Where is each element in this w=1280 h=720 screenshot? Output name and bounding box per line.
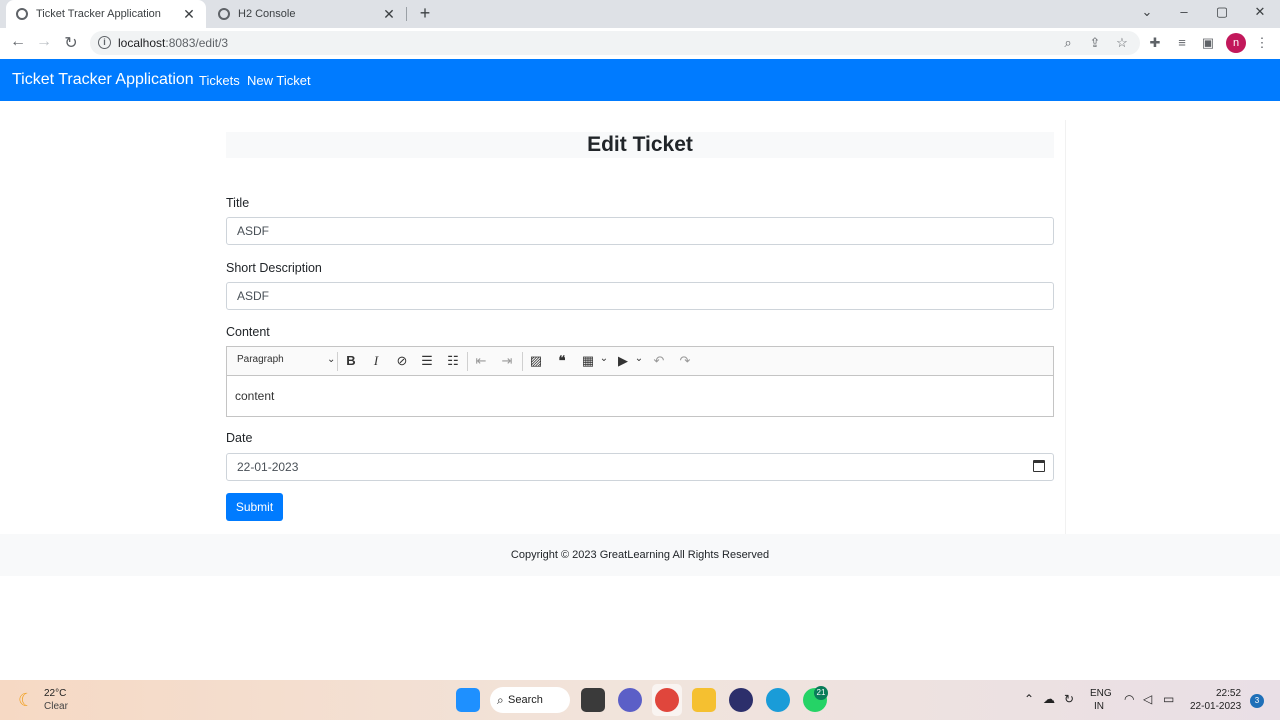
eclipse-icon[interactable] xyxy=(729,688,753,712)
file-explorer-icon[interactable] xyxy=(692,688,716,712)
page-title: Edit Ticket xyxy=(226,132,1054,158)
battery-icon[interactable]: ▭ xyxy=(1163,692,1174,706)
container-border xyxy=(1065,120,1066,534)
maximize-icon[interactable]: ▢ xyxy=(1212,4,1232,20)
media-queue-icon[interactable]: ≡ xyxy=(1173,35,1191,50)
calendar-icon[interactable] xyxy=(1033,460,1045,472)
clock-date[interactable]: 22-01-2023 xyxy=(1190,701,1241,712)
redo-icon[interactable]: ↷ xyxy=(676,353,694,369)
paragraph-select-label: Paragraph xyxy=(237,354,284,365)
submit-button[interactable]: Submit xyxy=(226,493,283,521)
globe-icon xyxy=(16,8,28,20)
side-panel-icon[interactable]: ▣ xyxy=(1199,35,1217,51)
italic-icon[interactable]: I xyxy=(367,353,385,369)
address-bar[interactable]: i localhost:8083/edit/3 xyxy=(90,31,1140,55)
toolbar-divider xyxy=(337,352,338,371)
tab-ticket-tracker[interactable]: Ticket Tracker Application ✕ xyxy=(6,0,206,28)
toolbar-divider xyxy=(467,352,468,371)
moon-weather-icon[interactable]: ☾ xyxy=(18,690,34,711)
show-hidden-icons-chevron-icon[interactable]: ⌃ xyxy=(1024,692,1034,706)
taskbar-search-label: Search xyxy=(508,694,543,706)
close-icon[interactable]: ✕ xyxy=(182,6,196,23)
link-icon[interactable]: ⊘ xyxy=(393,353,411,369)
language-region[interactable]: IN xyxy=(1094,701,1104,712)
chevron-down-icon[interactable]: ⌄ xyxy=(595,353,613,364)
menu-kebab-icon[interactable]: ⋮ xyxy=(1253,35,1271,51)
paragraph-select[interactable]: Paragraph ⌄ xyxy=(237,354,336,365)
whatsapp-unread-badge: 21 xyxy=(814,686,828,700)
date-value: 22-01-2023 xyxy=(237,460,299,474)
windows-taskbar: ☾ 22°C Clear ⌕ Search ⌃ ☁ ↻ ENG IN ◠ ◁ ▭… xyxy=(0,680,1280,720)
editor-toolbar: Paragraph ⌄ B I ⊘ ☰ ☷ ⇤ ⇥ ▨ ❝ ▦ ⌄ ▶ ⌄ ↶ … xyxy=(227,347,1053,376)
edge-icon[interactable] xyxy=(766,688,790,712)
sync-icon[interactable]: ↻ xyxy=(1064,692,1074,706)
title-input[interactable] xyxy=(226,217,1054,245)
reload-icon[interactable]: ↻ xyxy=(61,33,81,53)
forward-icon[interactable]: → xyxy=(34,33,54,51)
language-indicator[interactable]: ENG xyxy=(1090,688,1112,699)
globe-icon xyxy=(218,8,230,20)
tab-search-chevron-icon[interactable]: ⌄ xyxy=(1137,4,1157,20)
app-navbar: Ticket Tracker Application Tickets New T… xyxy=(0,59,1280,101)
share-icon[interactable]: ⇪ xyxy=(1086,35,1104,51)
teams-chat-icon[interactable] xyxy=(618,688,642,712)
bulleted-list-icon[interactable]: ☰ xyxy=(418,353,436,369)
browser-tab-strip: Ticket Tracker Application ✕ H2 Console … xyxy=(0,0,1280,28)
back-icon[interactable]: ← xyxy=(8,33,28,51)
browser-toolbar: ← → ↻ i localhost:8083/edit/3 ⌕ ⇪ ☆ ✚ ≡ … xyxy=(0,28,1280,59)
indent-icon[interactable]: ⇥ xyxy=(498,353,516,369)
content-label: Content xyxy=(226,325,270,339)
tab-title: H2 Console xyxy=(238,8,296,20)
navbar-brand[interactable]: Ticket Tracker Application xyxy=(12,71,194,89)
close-icon[interactable]: ✕ xyxy=(382,6,396,23)
footer-copyright: Copyright © 2023 GreatLearning All Right… xyxy=(510,549,770,561)
clock-time[interactable]: 22:52 xyxy=(1216,688,1241,699)
bookmark-star-icon[interactable]: ☆ xyxy=(1113,35,1131,51)
tab-separator xyxy=(406,7,407,21)
window-close-icon[interactable]: ✕ xyxy=(1250,4,1270,20)
date-label: Date xyxy=(226,431,253,445)
chevron-down-icon[interactable]: ⌄ xyxy=(630,353,648,364)
numbered-list-icon[interactable]: ☷ xyxy=(444,353,462,369)
short-description-input[interactable] xyxy=(226,282,1054,310)
nav-link-tickets[interactable]: Tickets xyxy=(199,73,240,88)
bold-icon[interactable]: B xyxy=(342,353,360,368)
toolbar-divider xyxy=(522,352,523,371)
profile-avatar[interactable]: n xyxy=(1226,33,1246,53)
notification-badge[interactable]: 3 xyxy=(1250,694,1264,708)
short-description-label: Short Description xyxy=(226,261,322,275)
windows-start-icon[interactable] xyxy=(456,688,480,712)
speaker-muted-icon[interactable]: ◁ xyxy=(1143,692,1152,706)
zoom-icon[interactable]: ⌕ xyxy=(1059,35,1077,51)
undo-icon[interactable]: ↶ xyxy=(650,353,668,369)
content-editor: Paragraph ⌄ B I ⊘ ☰ ☷ ⇤ ⇥ ▨ ❝ ▦ ⌄ ▶ ⌄ ↶ … xyxy=(226,346,1054,417)
url-path: :8083/edit/3 xyxy=(165,36,229,50)
info-icon[interactable]: i xyxy=(98,36,111,49)
title-label: Title xyxy=(226,196,250,210)
chrome-icon[interactable] xyxy=(655,688,679,712)
tab-h2-console[interactable]: H2 Console ✕ xyxy=(208,0,406,28)
task-view-icon[interactable] xyxy=(581,688,605,712)
date-input[interactable]: 22-01-2023 xyxy=(226,453,1054,481)
url-text: localhost:8083/edit/3 xyxy=(118,36,228,50)
image-icon[interactable]: ▨ xyxy=(527,353,545,369)
nav-link-new-ticket[interactable]: New Ticket xyxy=(247,73,311,88)
outdent-icon[interactable]: ⇤ xyxy=(472,353,490,369)
taskbar-search[interactable]: ⌕ Search xyxy=(490,687,570,713)
wifi-icon[interactable]: ◠ xyxy=(1124,692,1134,706)
new-tab-icon[interactable]: + xyxy=(414,3,436,24)
weather-temperature[interactable]: 22°C xyxy=(44,688,66,699)
minimize-icon[interactable]: – xyxy=(1174,4,1194,19)
tab-title: Ticket Tracker Application xyxy=(36,8,161,20)
chevron-down-icon: ⌄ xyxy=(327,354,336,365)
extensions-icon[interactable]: ✚ xyxy=(1146,35,1164,51)
search-icon: ⌕ xyxy=(497,693,504,707)
blockquote-icon[interactable]: ❝ xyxy=(553,353,571,369)
onedrive-cloud-icon[interactable]: ☁ xyxy=(1043,692,1055,706)
footer: Copyright © 2023 GreatLearning All Right… xyxy=(0,534,1280,576)
url-host: localhost xyxy=(118,36,166,50)
editor-content[interactable]: content xyxy=(235,389,274,403)
weather-condition[interactable]: Clear xyxy=(44,701,68,712)
